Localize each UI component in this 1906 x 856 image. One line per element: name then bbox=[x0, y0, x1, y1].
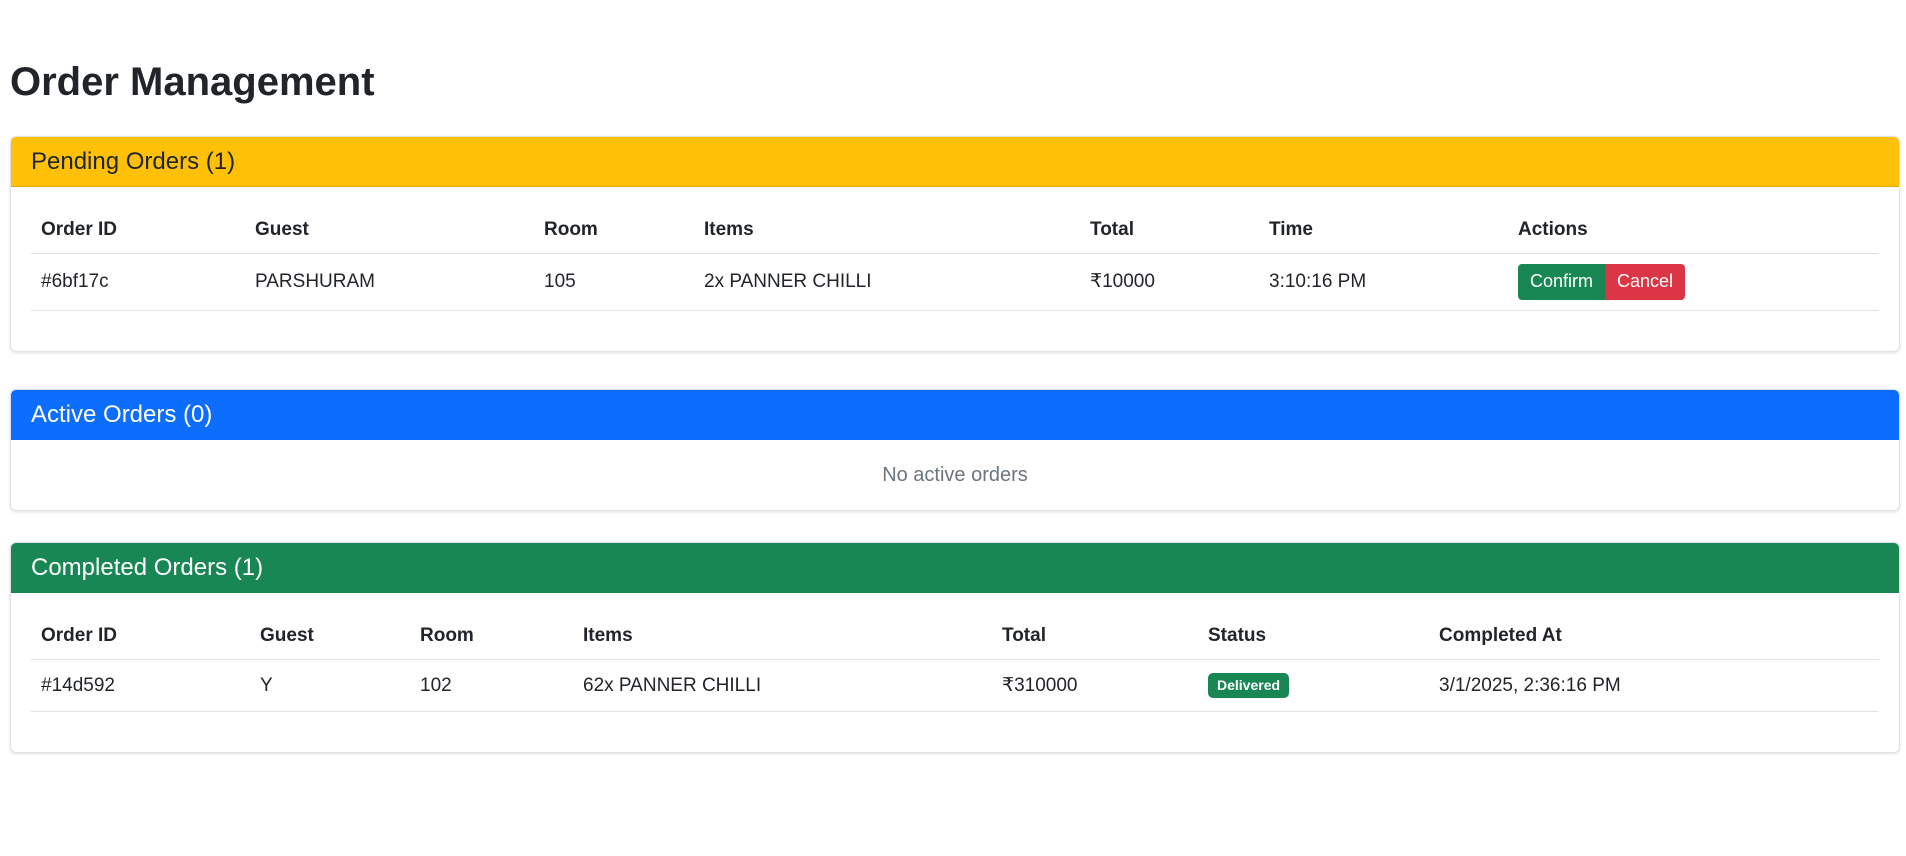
room-cell: 102 bbox=[410, 659, 573, 712]
completed-orders-card: Completed Orders (1) Order ID Guest Room… bbox=[10, 542, 1900, 753]
table-row: #6bf17c PARSHURAM 105 2x PANNER CHILLI ₹… bbox=[31, 253, 1879, 311]
guest-cell: Y bbox=[250, 659, 410, 712]
col-order-id: Order ID bbox=[31, 613, 250, 660]
col-total: Total bbox=[1080, 207, 1259, 254]
status-cell: Delivered bbox=[1198, 659, 1429, 712]
col-time: Time bbox=[1259, 207, 1508, 254]
page-title: Order Management bbox=[10, 60, 375, 104]
completed-orders-header: Completed Orders (1) bbox=[11, 543, 1899, 593]
time-cell: 3:10:16 PM bbox=[1259, 253, 1508, 311]
order-management-page: Order Management Pending Orders (1) Orde… bbox=[0, 0, 1906, 856]
room-cell: 105 bbox=[534, 253, 694, 311]
status-badge: Delivered bbox=[1208, 673, 1290, 698]
col-actions: Actions bbox=[1508, 207, 1879, 254]
completed-table-header-row: Order ID Guest Room Items Total Status C… bbox=[31, 613, 1879, 660]
total-cell: ₹310000 bbox=[992, 659, 1198, 712]
active-orders-header: Active Orders (0) bbox=[11, 390, 1899, 440]
col-guest: Guest bbox=[250, 613, 410, 660]
actions-cell: Confirm Cancel bbox=[1508, 253, 1879, 311]
order-id-cell: #6bf17c bbox=[31, 253, 245, 311]
completed-at-cell: 3/1/2025, 2:36:16 PM bbox=[1429, 659, 1879, 712]
empty-state-message: No active orders bbox=[882, 463, 1028, 486]
active-orders-card: Active Orders (0) No active orders bbox=[10, 389, 1900, 511]
items-cell: 62x PANNER CHILLI bbox=[573, 659, 992, 712]
actions-button-group: Confirm Cancel bbox=[1518, 264, 1686, 300]
col-total: Total bbox=[992, 613, 1198, 660]
completed-orders-table: Order ID Guest Room Items Total Status C… bbox=[31, 613, 1879, 712]
col-items: Items bbox=[573, 613, 992, 660]
col-items: Items bbox=[694, 207, 1080, 254]
col-completed-at: Completed At bbox=[1429, 613, 1879, 660]
pending-orders-card: Pending Orders (1) Order ID Guest Room I… bbox=[10, 136, 1900, 352]
confirm-button[interactable]: Confirm bbox=[1518, 264, 1606, 300]
order-id-cell: #14d592 bbox=[31, 659, 250, 712]
col-order-id: Order ID bbox=[31, 207, 245, 254]
cancel-button[interactable]: Cancel bbox=[1605, 264, 1686, 300]
col-room: Room bbox=[410, 613, 573, 660]
pending-orders-header: Pending Orders (1) bbox=[11, 137, 1899, 187]
col-guest: Guest bbox=[245, 207, 534, 254]
col-status: Status bbox=[1198, 613, 1429, 660]
table-row: #14d592 Y 102 62x PANNER CHILLI ₹310000 … bbox=[31, 659, 1879, 712]
items-cell: 2x PANNER CHILLI bbox=[694, 253, 1080, 311]
col-room: Room bbox=[534, 207, 694, 254]
total-cell: ₹10000 bbox=[1080, 253, 1259, 311]
pending-table-header-row: Order ID Guest Room Items Total Time Act… bbox=[31, 207, 1879, 254]
pending-orders-table: Order ID Guest Room Items Total Time Act… bbox=[31, 207, 1879, 311]
guest-cell: PARSHURAM bbox=[245, 253, 534, 311]
